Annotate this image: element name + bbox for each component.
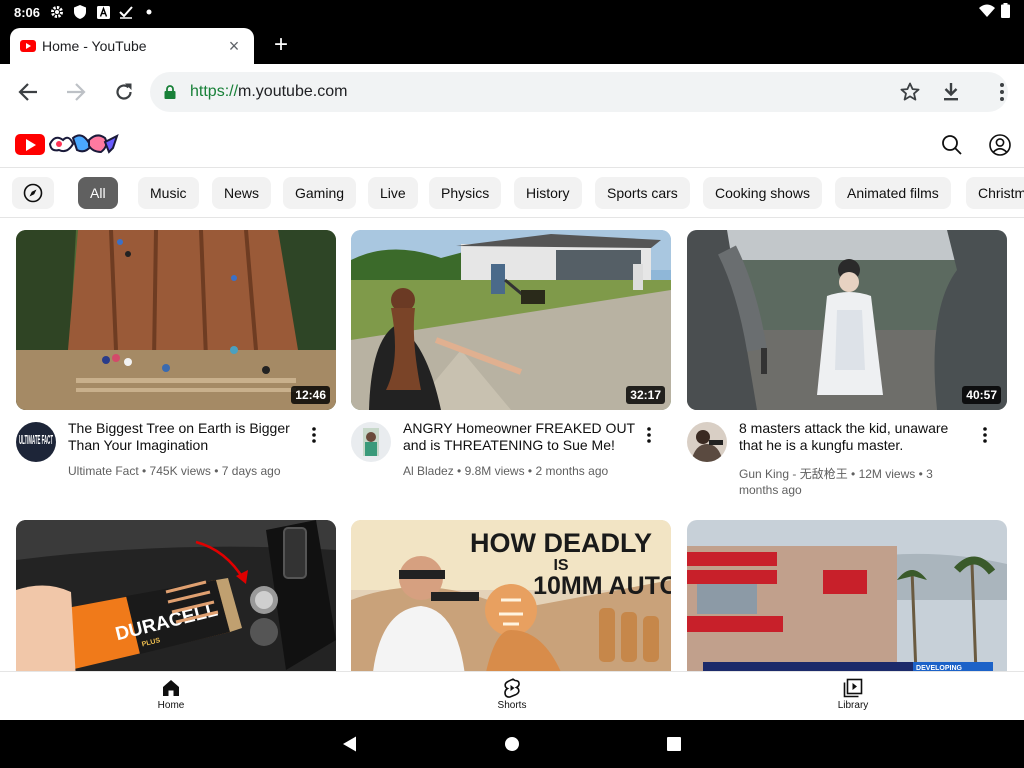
video-meta: Ultimate Fact • 745K views • 7 days ago — [68, 464, 281, 478]
video-title[interactable]: The Biggest Tree on Earth is Bigger Than… — [68, 420, 304, 454]
thumbnail-headline-1: HOW DEADLY — [470, 528, 652, 558]
new-tab-button[interactable]: + — [268, 32, 294, 58]
youtube-doodle-icon[interactable] — [47, 130, 119, 160]
reload-button[interactable] — [110, 78, 138, 106]
video-meta: Al Bladez • 9.8M views • 2 months ago — [403, 464, 609, 478]
tab-strip: Home - YouTube × + — [0, 24, 1024, 64]
avatar-label: ULTIMATE FACT — [19, 432, 53, 447]
more-vert-icon — [312, 427, 316, 443]
chip-animated-films[interactable]: Animated films — [835, 177, 951, 209]
video-thumbnail[interactable]: 12:46 — [16, 230, 336, 410]
chip-christmas[interactable]: Christmas — [966, 177, 1024, 209]
chip-live[interactable]: Live — [368, 177, 418, 209]
more-vert-icon — [983, 427, 987, 443]
back-triangle-icon — [343, 736, 356, 752]
check-icon — [119, 5, 133, 19]
url-scheme: https:// — [190, 83, 239, 100]
youtube-header — [0, 120, 1024, 168]
dot-icon — [142, 5, 156, 19]
more-vert-icon — [1000, 83, 1004, 101]
chip-music[interactable]: Music — [138, 177, 199, 209]
url-host: m.youtube.com — [238, 83, 348, 100]
system-back-button[interactable] — [340, 734, 360, 754]
video-duration: 40:57 — [962, 386, 1001, 404]
reload-icon — [116, 83, 132, 100]
nav-home-label: Home — [157, 700, 185, 711]
back-button[interactable] — [14, 78, 42, 106]
shorts-icon — [504, 678, 520, 698]
compass-icon — [23, 183, 43, 203]
library-icon — [843, 678, 863, 698]
system-home-button[interactable] — [502, 734, 522, 754]
tab-youtube[interactable]: Home - YouTube × — [10, 28, 254, 64]
chip-history[interactable]: History — [514, 177, 582, 209]
chip-gaming[interactable]: Gaming — [283, 177, 357, 209]
channel-avatar[interactable] — [351, 422, 391, 462]
category-chips: All Music News Gaming Live Physics Histo… — [0, 168, 1024, 218]
status-bar: 8:06 — [0, 0, 1024, 24]
video-menu-button[interactable] — [306, 424, 322, 446]
chip-all[interactable]: All — [78, 177, 118, 209]
battery-icon — [1001, 3, 1010, 21]
home-circle-icon — [505, 737, 519, 751]
youtube-logo-icon[interactable] — [15, 134, 45, 155]
channel-avatar[interactable] — [687, 422, 727, 462]
thumbnail-headline-3: 10MM AUTO — [533, 572, 671, 600]
shield-icon — [73, 5, 87, 19]
video-menu-button[interactable] — [977, 424, 993, 446]
status-time: 8:06 — [14, 4, 41, 20]
chip-sports-cars[interactable]: Sports cars — [595, 177, 690, 209]
video-title[interactable]: ANGRY Homeowner FREAKED OUT and is THREA… — [403, 420, 639, 454]
arrow-left-icon — [18, 83, 37, 101]
lock-icon — [164, 85, 176, 99]
download-button[interactable] — [937, 78, 965, 106]
browser-toolbar: https://m.youtube.com — [0, 64, 1024, 120]
tab-close-button[interactable]: × — [224, 36, 244, 56]
browser-menu-button[interactable] — [988, 78, 1016, 106]
explore-button[interactable] — [12, 177, 54, 209]
video-thumbnail[interactable]: 32:17 — [351, 230, 671, 410]
chip-cooking-shows[interactable]: Cooking shows — [703, 177, 822, 209]
download-icon — [944, 83, 958, 101]
nav-library[interactable]: Library — [813, 678, 893, 711]
address-bar[interactable]: https://m.youtube.com — [150, 72, 1008, 112]
chip-news[interactable]: News — [212, 177, 272, 209]
video-title[interactable]: 8 masters attack the kid, unaware that h… — [739, 420, 975, 454]
video-duration: 12:46 — [291, 386, 330, 404]
recents-square-icon — [667, 737, 681, 751]
gear-icon — [50, 5, 64, 19]
video-duration: 32:17 — [626, 386, 665, 404]
more-vert-icon — [647, 427, 651, 443]
tab-title: Home - YouTube — [42, 38, 147, 54]
arrow-right-icon — [67, 83, 86, 101]
search-icon — [942, 135, 962, 155]
bottom-navigation: Home Shorts Library — [0, 671, 1024, 720]
video-meta: Gun King - 无敌枪王 • 12M views • 3 months a… — [739, 467, 933, 497]
nav-home[interactable]: Home — [131, 678, 211, 711]
nav-shorts-label: Shorts — [497, 700, 527, 711]
nav-library-label: Library — [837, 700, 869, 711]
url-text: https://m.youtube.com — [190, 83, 347, 101]
video-thumbnail[interactable]: 40:57 — [687, 230, 1007, 410]
account-button[interactable] — [986, 131, 1014, 159]
nav-shorts[interactable]: Shorts — [472, 678, 552, 711]
youtube-search-button[interactable] — [938, 131, 966, 159]
channel-avatar[interactable]: ULTIMATE FACT — [16, 422, 56, 462]
video-menu-button[interactable] — [641, 424, 657, 446]
youtube-favicon-icon — [20, 40, 36, 52]
wifi-icon — [979, 4, 995, 20]
system-navigation-bar — [0, 720, 1024, 768]
star-icon — [900, 82, 920, 101]
status-right — [979, 3, 1010, 21]
bookmark-button[interactable] — [896, 78, 924, 106]
account-circle-icon — [989, 134, 1011, 156]
chip-physics[interactable]: Physics — [429, 177, 502, 209]
home-icon — [163, 680, 179, 696]
forward-button[interactable] — [62, 78, 90, 106]
a-box-icon — [96, 5, 110, 19]
system-recents-button[interactable] — [664, 734, 684, 754]
